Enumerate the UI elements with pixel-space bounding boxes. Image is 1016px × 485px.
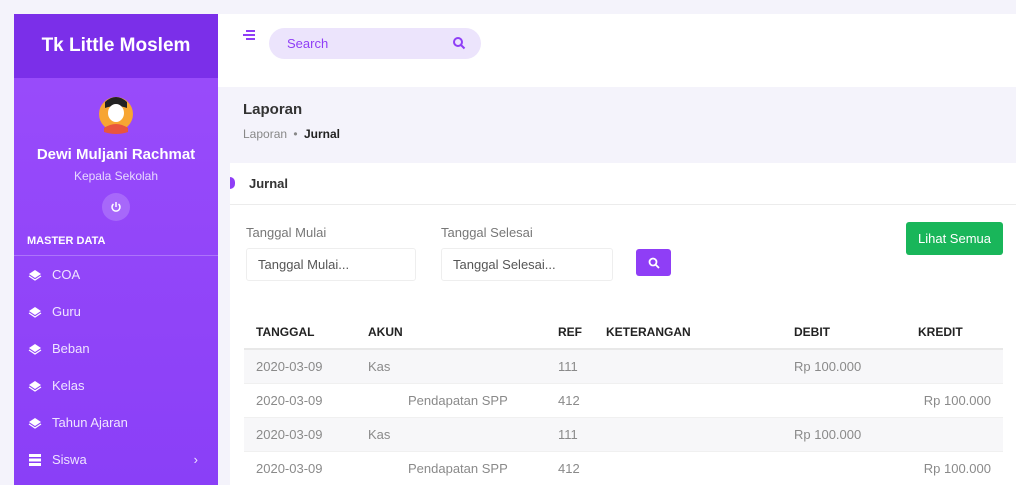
- cell-tanggal: 2020-03-09: [244, 383, 356, 418]
- chevron-right-icon: ›: [193, 452, 198, 467]
- cell-debit: [782, 451, 906, 485]
- topbar: Search: [218, 14, 1016, 87]
- col-kredit[interactable]: KREDIT: [906, 316, 1003, 350]
- cell-akun: Pendapatan SPP: [356, 451, 546, 485]
- cell-akun: Kas: [356, 349, 546, 384]
- cell-kredit: Rp 100.000: [906, 451, 1003, 485]
- cell-debit: Rp 100.000: [782, 417, 906, 452]
- end-date-input[interactable]: Tanggal Selesai...: [441, 248, 613, 281]
- sidebar-item-label: Tahun Ajaran: [52, 415, 128, 430]
- sidebar-item-tahun-ajaran[interactable]: Tahun Ajaran: [14, 404, 218, 441]
- user-name: Dewi Muljani Rachmat: [36, 146, 196, 163]
- start-date-input[interactable]: Tanggal Mulai...: [246, 248, 416, 281]
- card-title: Jurnal: [249, 176, 289, 191]
- cell-keterangan: [594, 349, 782, 384]
- card-header: Jurnal: [230, 163, 1016, 205]
- section-label-master-data: MASTER DATA: [14, 221, 218, 256]
- sidebar: Tk Little Moslem Dewi Muljani Rachmat Ke…: [14, 14, 218, 485]
- table-row: 2020-03-09 Kas 111 Rp 100.000: [244, 417, 1003, 452]
- sidebar-item-kelas[interactable]: Kelas: [14, 367, 218, 404]
- filter-search-button[interactable]: [636, 249, 671, 276]
- search-icon[interactable]: [452, 36, 466, 50]
- col-ref[interactable]: REF: [546, 316, 594, 350]
- user-profile: Dewi Muljani Rachmat Kepala Sekolah: [14, 78, 218, 221]
- table-icon: [27, 453, 43, 467]
- cell-ref: 111: [546, 349, 594, 384]
- start-date-placeholder: Tanggal Mulai...: [258, 257, 350, 272]
- menu-toggle-icon[interactable]: [243, 28, 257, 42]
- sidebar-item-label: Siswa: [52, 452, 87, 467]
- sidebar-item-label: Kelas: [52, 378, 85, 393]
- sidebar-item-beban[interactable]: Beban: [14, 330, 218, 367]
- cell-akun: Pendapatan SPP: [356, 383, 546, 418]
- cell-debit: Rp 100.000: [782, 349, 906, 384]
- cell-kredit: Rp 100.000: [906, 383, 1003, 418]
- card-marker: [230, 177, 235, 189]
- power-icon: [111, 202, 121, 212]
- col-tanggal[interactable]: TANGGAL: [244, 316, 356, 350]
- cell-ref: 111: [546, 417, 594, 452]
- avatar: [95, 90, 137, 136]
- cell-tanggal: 2020-03-09: [244, 349, 356, 384]
- sidebar-item-guru[interactable]: Guru: [14, 293, 218, 330]
- cell-ref: 412: [546, 451, 594, 485]
- layers-icon: [27, 342, 43, 356]
- cell-akun: Kas: [356, 417, 546, 452]
- cell-kredit: [906, 417, 1003, 452]
- col-debit[interactable]: DEBIT: [782, 316, 906, 350]
- page-title: Laporan: [243, 101, 303, 118]
- col-akun[interactable]: AKUN: [356, 316, 546, 350]
- jurnal-table: TANGGAL AKUN REF KETERANGAN DEBIT KREDIT…: [244, 316, 1003, 485]
- col-keterangan[interactable]: KETERANGAN: [594, 316, 782, 350]
- breadcrumb-parent[interactable]: Laporan: [243, 127, 287, 141]
- layers-icon: [27, 305, 43, 319]
- power-button[interactable]: [102, 193, 130, 221]
- table-row: 2020-03-09 Pendapatan SPP 412 Rp 100.000: [244, 383, 1003, 418]
- user-role: Kepala Sekolah: [73, 169, 159, 183]
- sidebar-item-siswa[interactable]: Siswa ›: [14, 441, 218, 478]
- sidebar-item-coa[interactable]: COA: [14, 256, 218, 293]
- layers-icon: [27, 416, 43, 430]
- search-input[interactable]: Search: [269, 28, 481, 59]
- jurnal-card: Jurnal Tanggal Mulai Tanggal Mulai... Ta…: [230, 163, 1016, 485]
- cell-kredit: [906, 349, 1003, 384]
- cell-ref: 412: [546, 383, 594, 418]
- breadcrumb: Laporan • Jurnal: [243, 127, 340, 141]
- table-header-row: TANGGAL AKUN REF KETERANGAN DEBIT KREDIT: [244, 316, 1003, 350]
- start-date-label: Tanggal Mulai: [246, 225, 327, 240]
- cell-tanggal: 2020-03-09: [244, 451, 356, 485]
- cell-keterangan: [594, 383, 782, 418]
- sidebar-item-label: Guru: [52, 304, 81, 319]
- show-all-button[interactable]: Lihat Semua: [906, 222, 1003, 255]
- layers-icon: [27, 379, 43, 393]
- end-date-placeholder: Tanggal Selesai...: [453, 257, 556, 272]
- sidebar-item-label: COA: [52, 267, 81, 282]
- layers-icon: [27, 268, 43, 282]
- cell-debit: [782, 383, 906, 418]
- breadcrumb-current: Jurnal: [303, 127, 340, 141]
- breadcrumb-separator: •: [293, 127, 298, 141]
- app-title[interactable]: Tk Little Moslem: [14, 14, 218, 78]
- cell-tanggal: 2020-03-09: [244, 417, 356, 452]
- cell-keterangan: [594, 417, 782, 452]
- table-row: 2020-03-09 Kas 111 Rp 100.000: [244, 349, 1003, 384]
- cell-keterangan: [594, 451, 782, 485]
- end-date-label: Tanggal Selesai: [441, 225, 533, 240]
- sidebar-item-label: Beban: [52, 341, 90, 356]
- search-placeholder: Search: [287, 36, 329, 51]
- search-icon: [648, 257, 660, 269]
- table-row: 2020-03-09 Pendapatan SPP 412 Rp 100.000: [244, 451, 1003, 485]
